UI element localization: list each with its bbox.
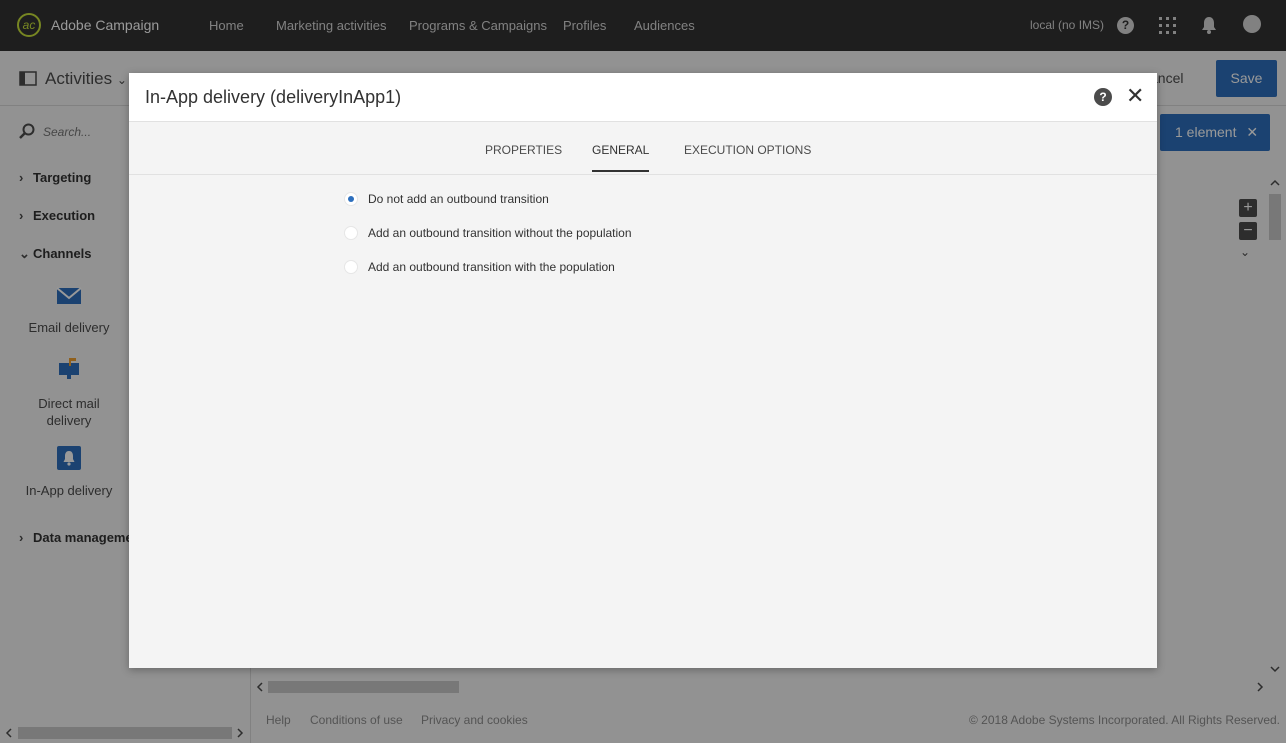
- radio-button[interactable]: [344, 260, 358, 274]
- option-label: Do not add an outbound transition: [368, 192, 549, 206]
- dialog-title: In-App delivery (deliveryInApp1): [145, 87, 402, 107]
- option-label: Add an outbound transition with the popu…: [368, 260, 615, 274]
- tab-execution-options[interactable]: EXECUTION OPTIONS: [684, 143, 811, 170]
- tab-properties[interactable]: PROPERTIES: [485, 143, 562, 170]
- radio-button[interactable]: [344, 226, 358, 240]
- dialog-tabs: PROPERTIES GENERAL EXECUTION OPTIONS: [129, 122, 1157, 175]
- dialog-help-icon[interactable]: ?: [1094, 88, 1112, 106]
- in-app-delivery-dialog: In-App delivery (deliveryInApp1) ? ✕ PRO…: [129, 73, 1157, 668]
- option-label: Add an outbound transition without the p…: [368, 226, 632, 240]
- tab-general[interactable]: GENERAL: [592, 143, 650, 172]
- dialog-close-icon[interactable]: ✕: [1126, 84, 1144, 108]
- dialog-header: In-App delivery (deliveryInApp1) ? ✕: [129, 73, 1157, 122]
- radio-button-checked[interactable]: [344, 192, 358, 206]
